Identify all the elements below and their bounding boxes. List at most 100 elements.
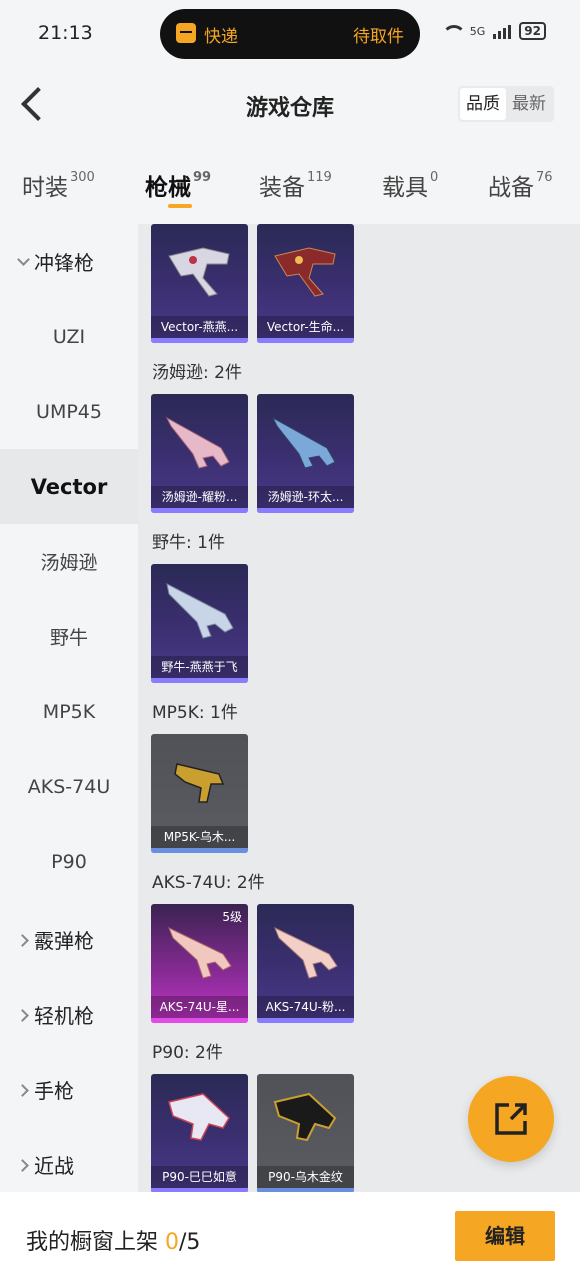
tab-label: 装备 [259,175,305,201]
sidebar-group-label: 轻机枪 [34,1004,94,1028]
rarity-bar [151,1018,248,1023]
tab-vehicles[interactable]: 载具 0 [382,168,438,202]
gun-icon [168,247,230,297]
showcase-footer: 我的橱窗上架 0/5 编辑 [0,1192,580,1280]
sidebar-item-ump45[interactable]: UMP45 [0,374,138,449]
sidebar-group-smg[interactable]: 冲锋枪 [0,224,138,299]
item-name: 汤姆逊-环太... [257,486,354,508]
network-type: 5G [469,24,486,38]
item-card[interactable]: P90-乌木金纹 [257,1074,354,1192]
tab-label: 枪械 [145,175,191,201]
item-name: Vector-燕燕... [151,316,248,338]
sidebar-item-p90[interactable]: P90 [0,824,138,899]
battery-icon: 92 [519,22,546,40]
gun-icon [271,416,336,469]
gun-icon [274,926,338,979]
rarity-bar [151,848,248,853]
gun-icon [174,763,225,803]
rarity-bar [257,1018,354,1023]
item-name: Vector-生命... [257,316,354,338]
sidebar-item-aks74u[interactable]: AKS-74U [0,749,138,824]
rarity-bar [257,508,354,513]
section-label: P90: 2件 [152,1043,223,1063]
system-icons: 5G 92 [440,22,546,40]
tab-firearms[interactable]: 枪械 99 [145,168,211,202]
item-card[interactable]: MP5K-乌木... [151,734,248,853]
section-label: 汤姆逊: 2件 [152,363,242,383]
chevron-right-icon [14,1156,32,1174]
sidebar-item-vector[interactable]: Vector [0,449,138,524]
sidebar-item-uzi[interactable]: UZI [0,299,138,374]
item-card[interactable]: P90-巳巳如意 [151,1074,248,1192]
tab-count: 76 [536,170,553,185]
chevron-right-icon [14,931,32,949]
delivery-label: 快递 [204,27,238,47]
sidebar-group-label: 霰弹枪 [34,929,94,953]
item-card[interactable]: 汤姆逊-耀粉... [151,394,248,513]
delivery-status: 待取件 [353,27,404,47]
sort-toggle: 品质 最新 [458,86,554,122]
rarity-bar [151,338,248,343]
sidebar-group-label: 手枪 [34,1079,74,1103]
share-button[interactable] [468,1076,554,1162]
gun-icon [168,1093,230,1141]
item-name: P90-巳巳如意 [151,1166,248,1188]
rarity-bar [151,508,248,513]
package-icon [176,23,196,43]
item-name: 野牛-燕燕于飞 [151,656,248,678]
item-card[interactable]: Vector-生命... [257,224,354,343]
item-name: 汤姆逊-耀粉... [151,486,248,508]
section-label: MP5K: 1件 [152,703,238,723]
sidebar-group-label: 近战 [34,1154,74,1178]
item-grid: Vector-燕燕... Vector-生命... 汤姆逊: 2件 汤姆逊-耀粉… [138,224,580,1192]
tab-label: 战备 [488,175,534,201]
wifi-icon [440,23,466,39]
rarity-bar [151,678,248,683]
shelved-count: 0 [165,1230,179,1255]
gun-icon [273,1092,337,1142]
tab-count: 99 [193,170,212,185]
item-card[interactable]: AKS-74U-粉... [257,904,354,1023]
sidebar-group-pistol[interactable]: 手枪 [0,1052,138,1127]
section-label: AKS-74U: 2件 [152,873,265,893]
chevron-right-icon [14,1081,32,1099]
tab-count: 300 [70,170,95,185]
tab-equipment[interactable]: 装备 119 [259,168,332,202]
sidebar-group-lmg[interactable]: 轻机枪 [0,977,138,1052]
sort-option-quality[interactable]: 品质 [460,88,506,120]
tab-supplies[interactable]: 战备 76 [488,168,553,202]
item-card[interactable]: 5级 AKS-74U-星... [151,904,248,1023]
tab-label: 时装 [22,175,68,201]
gun-icon [166,583,234,639]
sidebar-item-bizon[interactable]: 野牛 [0,599,138,674]
tab-count: 119 [307,170,332,185]
tab-count: 0 [430,170,439,185]
tab-fashion[interactable]: 时装 300 [22,168,95,202]
gun-icon [165,416,230,469]
showcase-status: 我的橱窗上架 0/5 [26,1224,200,1256]
sidebar-group-melee[interactable]: 近战 [0,1127,138,1202]
category-tabs: 时装 300 枪械 99 装备 119 载具 0 战备 76 [0,150,580,216]
sidebar-group-shotgun[interactable]: 霰弹枪 [0,902,138,977]
sidebar-group-label: 冲锋枪 [34,251,94,275]
sidebar-item-mp5k[interactable]: MP5K [0,674,138,749]
edit-button[interactable]: 编辑 [455,1211,555,1261]
item-card[interactable]: 汤姆逊-环太... [257,394,354,513]
item-name: P90-乌木金纹 [257,1166,354,1188]
chevron-down-icon [14,253,32,271]
chevron-right-icon [14,1006,32,1024]
section-label: 野牛: 1件 [152,533,225,553]
item-name: AKS-74U-星... [151,996,248,1018]
app-header: 游戏仓库 品质 最新 [0,66,580,142]
status-time: 21:13 [38,22,93,44]
signal-icon [493,23,512,39]
active-tab-indicator [168,204,192,208]
share-external-icon [495,1103,527,1135]
delivery-notification-pill[interactable]: 快递 待取件 [160,9,420,59]
shelved-total: /5 [179,1230,201,1255]
sort-option-latest[interactable]: 最新 [506,88,552,120]
item-card[interactable]: 野牛-燕燕于飞 [151,564,248,683]
sidebar-item-thompson[interactable]: 汤姆逊 [0,524,138,599]
item-card[interactable]: Vector-燕燕... [151,224,248,343]
rarity-bar [257,338,354,343]
